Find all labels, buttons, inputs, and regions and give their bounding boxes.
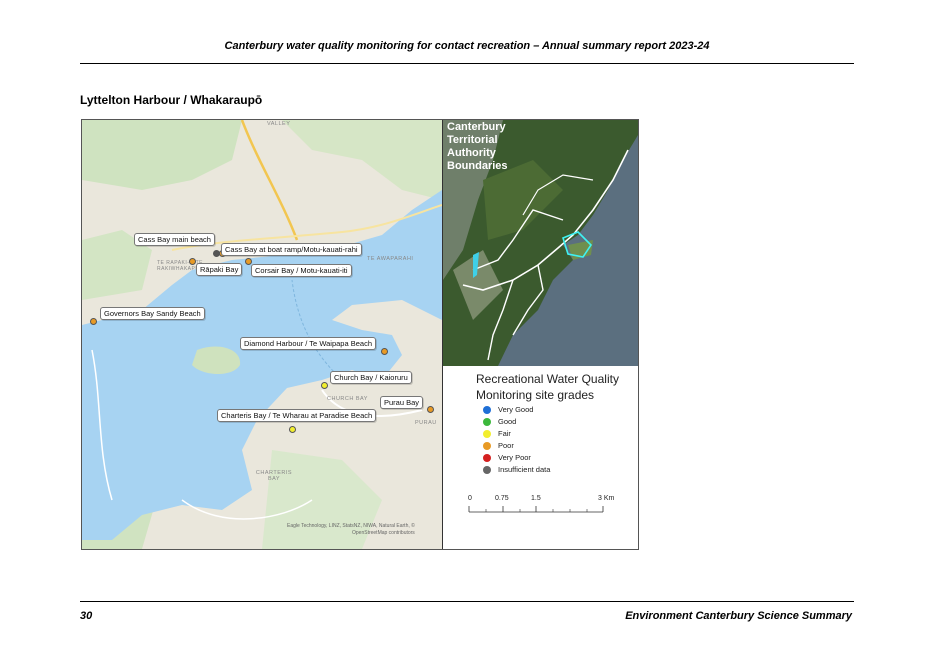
- harbour-map-graphic: [82, 120, 443, 549]
- site-label-church-bay: Church Bay / Kaioruru: [330, 371, 412, 384]
- site-marker-purau-bay[interactable]: [427, 406, 434, 413]
- legend-title-line-2: Monitoring site grades: [476, 388, 595, 402]
- legend-title: Recreational Water Quality Monitoring si…: [476, 371, 619, 403]
- very-poor-swatch: [483, 454, 491, 462]
- legend-title-line-1: Recreational Water Quality: [476, 372, 619, 386]
- scale-tick-label-2: 1.5: [531, 495, 541, 502]
- page-number: 30: [80, 610, 93, 622]
- scale-tick-label-0: 0: [468, 495, 472, 502]
- site-label-charteris-bay: Charteris Bay / Te Wharau at Paradise Be…: [217, 409, 377, 422]
- site-label-rapaki-bay: Rāpaki Bay: [196, 263, 243, 276]
- footer-rule: [80, 601, 854, 602]
- place-valley: VALLEY: [267, 121, 291, 127]
- header-rule: [80, 63, 854, 64]
- insufficient-data-swatch: [483, 466, 491, 474]
- legend-label-very-poor: Very Poor: [498, 453, 531, 462]
- inset-title-line-3: Authority: [447, 147, 496, 159]
- legend-label-insufficient-data: Insufficient data: [498, 465, 551, 474]
- site-label-diamond-harbour: Diamond Harbour / Te Waipapa Beach: [240, 337, 376, 350]
- site-marker-diamond-harbour[interactable]: [381, 348, 388, 355]
- attribution-line-1: Eagle Technology, LINZ, StatsNZ, NIWA, N…: [287, 523, 415, 529]
- site-marker-rapaki-bay[interactable]: [189, 258, 196, 265]
- site-label-cass-bay-main: Cass Bay main beach: [134, 233, 215, 246]
- report-header-title: Canterbury water quality monitoring for …: [224, 40, 710, 52]
- inset-title-line-2: Territorial: [447, 134, 498, 146]
- inset-title-line-4: Boundaries: [447, 160, 508, 172]
- section-heading: Lyttelton Harbour / Whakaraupō: [80, 93, 263, 107]
- publication-name: Environment Canterbury Science Summary: [625, 610, 852, 622]
- legend-label-fair: Fair: [498, 429, 511, 438]
- site-marker-governors-bay[interactable]: [90, 318, 97, 325]
- inset-title-line-1: Canterbury: [447, 121, 506, 133]
- site-label-governors-bay: Governors Bay Sandy Beach: [100, 307, 205, 320]
- site-label-corsair-bay: Corsair Bay / Motu-kauati-iti: [251, 264, 352, 277]
- good-swatch: [483, 418, 491, 426]
- place-charteris-bay: CHARTERIS BAY: [255, 470, 293, 482]
- poor-swatch: [483, 442, 491, 450]
- site-label-purau-bay: Purau Bay: [380, 396, 424, 409]
- site-label-cass-bay-boat-ramp: Cass Bay at boat ramp/Motu-kauati-rahi: [221, 243, 362, 256]
- harbour-map: VALLEY TE AWAPARAHI TE RAPAKI-O TE RAKIW…: [82, 120, 443, 549]
- inset-title: Canterbury Territorial Authority Boundar…: [447, 121, 508, 173]
- attribution-line-2: OpenStreetMap contributors: [352, 530, 415, 536]
- scale-tick-label-3: 3 Km: [598, 495, 615, 502]
- place-purau: PURAU: [415, 420, 437, 426]
- fair-swatch: [483, 430, 491, 438]
- map-legend: Recreational Water Quality Monitoring si…: [443, 366, 638, 549]
- legend-label-poor: Poor: [498, 441, 514, 450]
- canterbury-inset-map: Canterbury Territorial Authority Boundar…: [443, 120, 638, 366]
- scale-tick-label-1: 0.75: [495, 495, 509, 502]
- very-good-swatch: [483, 406, 491, 414]
- place-church-bay: CHURCH BAY: [327, 396, 368, 402]
- site-marker-church-bay[interactable]: [321, 382, 328, 389]
- map-attribution: Eagle Technology, LINZ, StatsNZ, NIWA, N…: [287, 523, 415, 537]
- legend-label-good: Good: [498, 417, 517, 426]
- map-figure: VALLEY TE AWAPARAHI TE RAPAKI-O TE RAKIW…: [81, 119, 639, 550]
- legend-label-very-good: Very Good: [498, 405, 534, 414]
- scale-bar: [468, 506, 604, 513]
- site-marker-charteris-bay[interactable]: [289, 426, 296, 433]
- place-te-awaparahi: TE AWAPARAHI: [367, 256, 414, 262]
